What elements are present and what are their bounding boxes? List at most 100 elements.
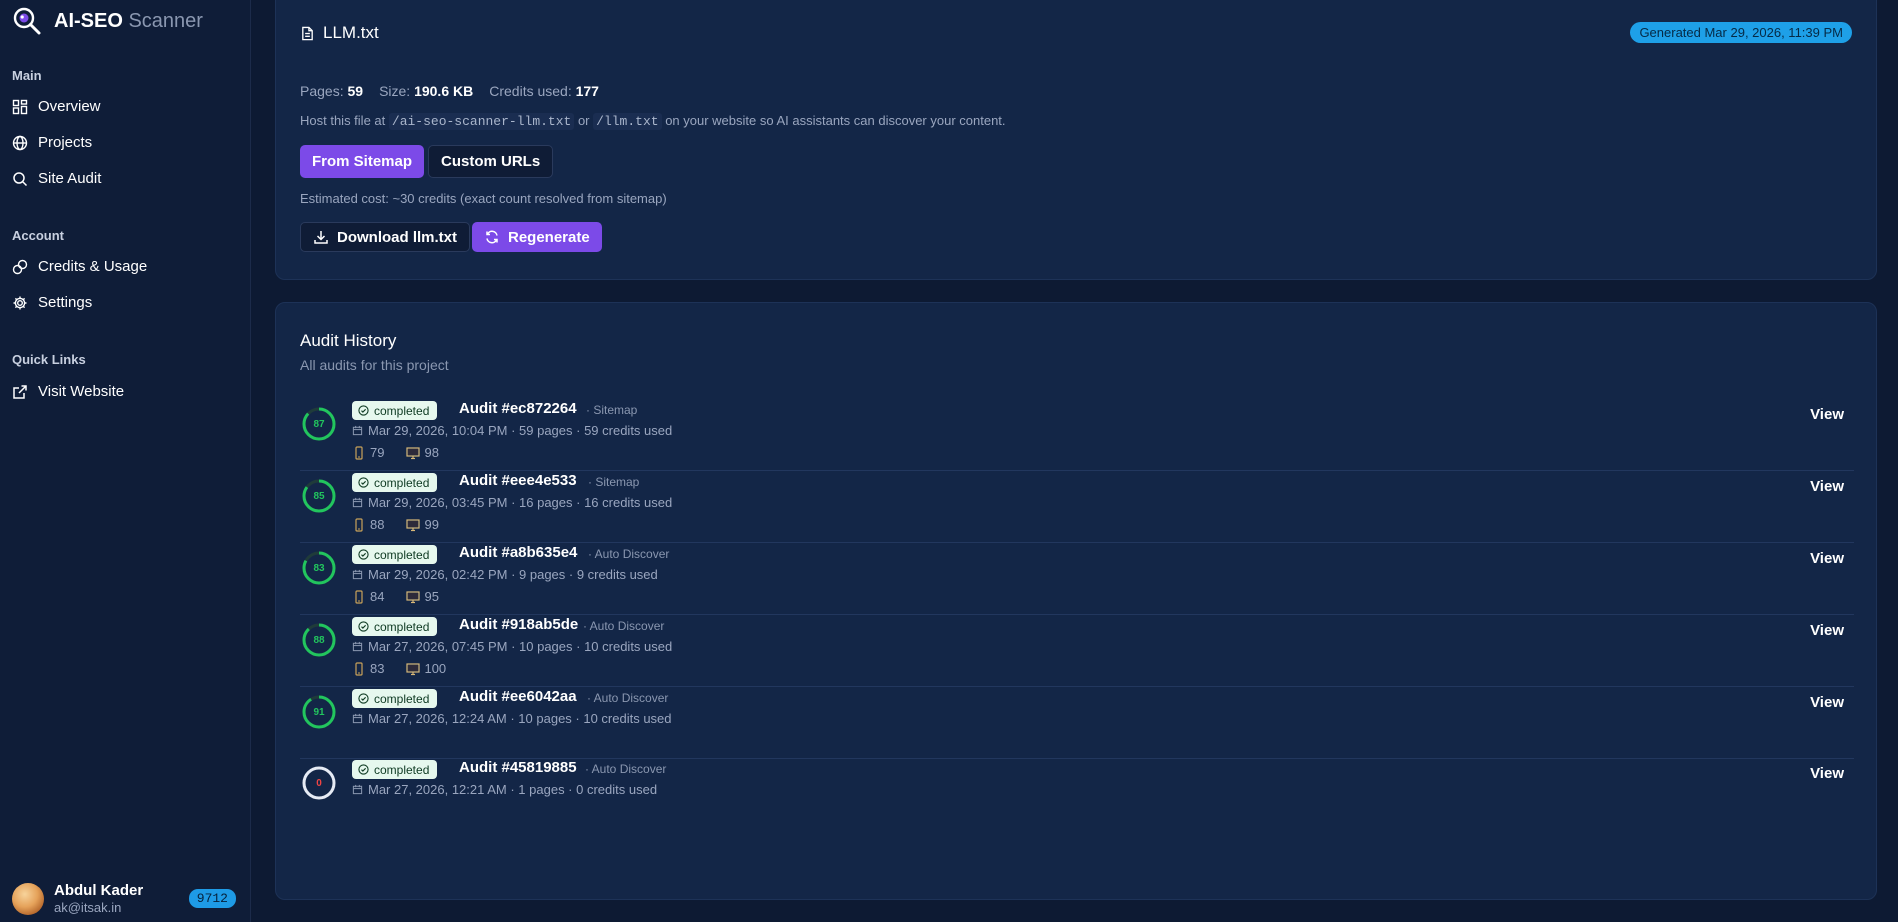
file-icon <box>302 26 313 40</box>
sidebar-item-settings[interactable]: Settings <box>12 294 92 311</box>
status-label: completed <box>374 547 430 562</box>
audit-source: · Auto Discover <box>583 619 665 633</box>
sidebar-item-label: Credits & Usage <box>38 258 148 275</box>
status-badge: completed <box>352 689 438 708</box>
table-row: 0 completed Audit #45819885 · Auto Discover… <box>300 759 1854 819</box>
desktop-score: 98 <box>424 445 439 460</box>
sidebar-item-overview[interactable]: Overview <box>12 98 101 115</box>
pages-stat: Pages: 59 <box>300 83 364 99</box>
audit-meta: Mar 29, 2026, 02:42 PM · 9 pages · 9 cre… <box>352 567 658 582</box>
score-value: 85 <box>313 490 325 502</box>
view-audit-button[interactable]: View <box>1810 622 1844 639</box>
grid-icon <box>12 99 28 114</box>
view-audit-button[interactable]: View <box>1810 694 1844 711</box>
table-row: 87 completed Audit #ec872264 · Sitemap Mar 2… <box>300 400 1854 471</box>
score-value: 91 <box>313 706 325 718</box>
gear-icon <box>13 296 27 309</box>
status-label: completed <box>374 691 430 706</box>
desktop-icon <box>406 590 421 603</box>
mobile-icon <box>355 589 363 604</box>
audit-meta: Mar 29, 2026, 03:45 PM · 16 pages · 16 c… <box>352 495 672 510</box>
audit-source: · Auto Discover <box>585 762 667 776</box>
mobile-icon <box>355 661 363 676</box>
status-badge: completed <box>352 401 438 420</box>
audit-source: · Sitemap <box>588 475 640 489</box>
sidebar-item-label: Site Audit <box>38 170 102 187</box>
regenerate-button[interactable]: Regenerate <box>472 222 602 252</box>
audit-name[interactable]: Audit #918ab5de <box>459 616 578 633</box>
estimated-cost: Estimated cost: ~30 credits (exact count… <box>300 191 667 206</box>
nav-section-main: Main <box>12 68 42 83</box>
view-audit-button[interactable]: View <box>1810 406 1844 423</box>
regenerate-label: Regenerate <box>508 228 590 246</box>
mobile-score: 83 <box>370 661 385 676</box>
status-badge: completed <box>352 760 438 779</box>
generated-badge: Generated Mar 29, 2026, 11:39 PM <box>1630 22 1852 43</box>
check-circle-icon <box>358 477 369 488</box>
user-profile[interactable]: Abdul Kader ak@itsak.in 9712 <box>12 882 236 915</box>
check-circle-icon <box>358 764 369 775</box>
refresh-icon <box>486 230 498 244</box>
audit-name[interactable]: Audit #45819885 <box>459 759 577 776</box>
status-badge: completed <box>352 473 438 492</box>
score-value: 87 <box>313 418 325 430</box>
audit-source: · Sitemap <box>586 403 638 417</box>
calendar-icon <box>352 425 363 436</box>
magnifier-logo-icon <box>13 7 41 35</box>
device-scores: 79 98 <box>352 445 439 460</box>
audit-name[interactable]: Audit #a8b635e4 <box>459 544 577 561</box>
status-label: completed <box>374 475 430 490</box>
audit-meta: Mar 27, 2026, 07:45 PM · 10 pages · 10 c… <box>352 639 672 654</box>
from-sitemap-button[interactable]: From Sitemap <box>300 145 425 178</box>
sidebar-item-site-audit[interactable]: Site Audit <box>12 170 101 187</box>
mobile-score: 84 <box>370 589 385 604</box>
app-logo[interactable]: AI-SEO Scanner <box>12 6 203 36</box>
audit-name[interactable]: Audit #eee4e533 <box>459 472 577 489</box>
check-circle-icon <box>358 621 369 632</box>
audit-meta: Mar 29, 2026, 10:04 PM · 59 pages · 59 c… <box>352 423 672 438</box>
audit-meta-text: Mar 29, 2026, 02:42 PM · 9 pages · 9 cre… <box>368 567 658 582</box>
nav-section-quick-links: Quick Links <box>12 352 86 367</box>
audit-meta-text: Mar 29, 2026, 10:04 PM · 59 pages · 59 c… <box>368 423 673 438</box>
user-email: ak@itsak.in <box>54 900 122 915</box>
sidebar-item-credits-usage[interactable]: Credits & Usage <box>12 258 147 275</box>
size-stat: Size: 190.6 KB <box>379 83 474 99</box>
view-audit-button[interactable]: View <box>1810 478 1844 495</box>
desktop-score: 100 <box>424 661 447 676</box>
nav-section-account: Account <box>12 228 64 243</box>
table-row: 91 completed Audit #ee6042aa · Auto Discove… <box>300 688 1854 759</box>
audit-name[interactable]: Audit #ec872264 <box>459 400 577 417</box>
credits-stat: Credits used: 177 <box>489 83 599 99</box>
sidebar-item-label: Projects <box>38 134 93 151</box>
score-value: 83 <box>313 562 325 574</box>
desktop-icon <box>406 518 421 531</box>
device-scores: 88 99 <box>352 517 439 532</box>
view-audit-button[interactable]: View <box>1810 765 1844 782</box>
mobile-score: 79 <box>370 445 385 460</box>
mobile-score: 88 <box>370 517 385 532</box>
credit-balance-badge: 9712 <box>188 889 236 908</box>
view-audit-button[interactable]: View <box>1810 550 1844 567</box>
sidebar-item-label: Overview <box>38 98 101 115</box>
audit-meta-text: Mar 29, 2026, 03:45 PM · 16 pages · 16 c… <box>368 495 673 510</box>
sidebar-item-label: Visit Website <box>38 383 125 400</box>
external-link-icon <box>13 384 27 399</box>
audit-history-title: Audit History <box>300 331 397 350</box>
llm-txt-card: LLM.txt Generated Mar 29, 2026, 11:39 PM… <box>275 0 1877 280</box>
calendar-icon <box>352 713 363 724</box>
audit-name[interactable]: Audit #ee6042aa <box>459 688 577 705</box>
sidebar-item-visit-website[interactable]: Visit Website <box>12 383 124 400</box>
table-row: 85 completed Audit #eee4e533 · Sitemap Mar 2… <box>300 472 1854 543</box>
sidebar-item-projects[interactable]: Projects <box>12 134 92 151</box>
sidebar: AI-SEO Scanner Main Overview Projects Si… <box>0 0 251 922</box>
audit-source: · Auto Discover <box>587 691 669 705</box>
audit-meta-text: Mar 27, 2026, 07:45 PM · 10 pages · 10 c… <box>368 639 673 654</box>
audit-history-card: Audit History All audits for this projec… <box>275 302 1877 900</box>
download-llm-button[interactable]: Download llm.txt <box>300 222 470 252</box>
audit-source: · Auto Discover <box>588 547 670 561</box>
custom-urls-button[interactable]: Custom URLs <box>428 145 554 178</box>
desktop-score: 99 <box>424 517 439 532</box>
check-circle-icon <box>358 549 369 560</box>
calendar-icon <box>352 569 363 580</box>
score-value: 88 <box>313 634 325 646</box>
